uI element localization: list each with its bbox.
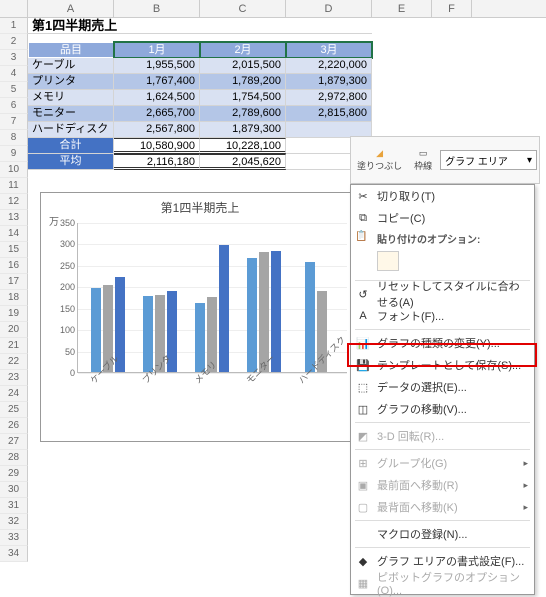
context-menu: ✂切り取り(T) ⧉コピー(C) 📋貼り付けのオプション: ↺リセットしてスタイ… [350,184,535,595]
bar[interactable] [305,262,315,372]
font-icon: A [355,310,371,322]
paste-icon: 📋 [355,231,367,242]
hdr-item[interactable]: 品目 [28,42,114,58]
menu-cut[interactable]: ✂切り取り(T) [351,185,534,207]
reset-icon: ↺ [355,288,371,301]
scissors-icon: ✂ [355,190,371,203]
copy-icon: ⧉ [355,212,371,225]
avg-label[interactable]: 平均 [28,154,114,170]
bar[interactable] [195,303,205,372]
title-cell[interactable]: 第1四半期売上 [28,18,372,34]
menu-back: ▢最背面へ移動(K)▸ [351,496,534,518]
border-button[interactable]: ▭枠線 [410,146,436,174]
fill-button[interactable]: ◢塗りつぶし [353,146,406,174]
template-icon: 💾 [355,359,371,372]
data-icon: ⬚ [355,381,371,394]
pivot-icon: ▦ [355,577,371,590]
table-row[interactable]: ケーブル [28,58,114,74]
bar[interactable] [143,296,153,372]
paint-icon: ◢ [376,148,383,159]
border-icon: ▭ [419,148,428,159]
menu-macro[interactable]: マクロの登録(N)... [351,523,534,545]
paste-options-label: 📋貼り付けのオプション: [351,229,534,249]
table-row[interactable]: プリンタ [28,74,114,90]
column-headers: A B C D E F [0,0,546,18]
table-row[interactable]: ハードディスク [28,122,114,138]
table-row[interactable]: モニター [28,106,114,122]
front-icon: ▣ [355,479,371,492]
menu-reset[interactable]: ↺リセットしてスタイルに合わせる(A) [351,283,534,305]
paste-options [351,249,534,278]
format-icon: ◆ [355,555,371,568]
chart-area[interactable]: 第1四半期売上 万 050100150200250300350 ケーブルプリンタ… [40,192,360,442]
paste-option-1[interactable] [377,251,399,271]
total-label[interactable]: 合計 [28,138,114,154]
plot-area[interactable] [77,223,347,373]
chart-title[interactable]: 第1四半期売上 [41,199,359,216]
menu-3d: ◩3-D 回転(R)... [351,425,534,447]
mini-toolbar: ◢塗りつぶし ▭枠線 グラフ エリア▾ [350,136,540,184]
table-row[interactable]: メモリ [28,90,114,106]
menu-pivot: ▦ピボットグラフのオプション(O)... [351,572,534,594]
menu-copy[interactable]: ⧉コピー(C) [351,207,534,229]
chevron-down-icon: ▾ [527,155,532,166]
menu-save-template[interactable]: 💾テンプレートとして保存(S)... [351,354,534,376]
bar[interactable] [219,245,229,372]
hdr-m3[interactable]: 3月 [286,42,372,58]
hdr-m1[interactable]: 1月 [114,42,200,58]
menu-select-data[interactable]: ⬚データの選択(E)... [351,376,534,398]
hdr-m2[interactable]: 2月 [200,42,286,58]
menu-font[interactable]: Aフォント(F)... [351,305,534,327]
bar[interactable] [271,251,281,372]
menu-move-chart[interactable]: ◫グラフの移動(V)... [351,398,534,420]
element-combo[interactable]: グラフ エリア▾ [440,150,537,170]
menu-front: ▣最前面へ移動(R)▸ [351,474,534,496]
rotate-icon: ◩ [355,430,371,443]
chart-icon: 📊 [355,337,371,350]
group-icon: ⊞ [355,457,371,470]
bar[interactable] [247,258,257,372]
menu-group: ⊞グループ化(G)▸ [351,452,534,474]
bar[interactable] [91,288,101,372]
row-headers: 1234567891011121314151617181920212223242… [0,18,28,562]
menu-change-type[interactable]: 📊グラフの種類の変更(Y)... [351,332,534,354]
back-icon: ▢ [355,501,371,514]
cells[interactable]: 第1四半期売上 品目 1月 2月 3月 ケーブル 1,955,500 2,015… [28,18,372,170]
move-icon: ◫ [355,403,371,416]
